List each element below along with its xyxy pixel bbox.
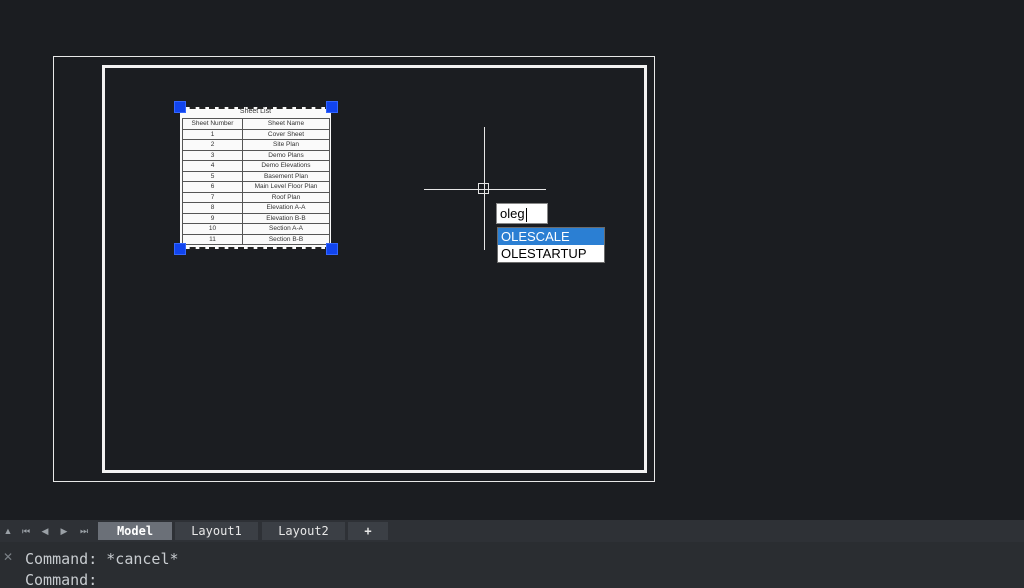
sheet-name-cell: Elevation B-B bbox=[242, 212, 330, 224]
table-row: 10 Section A-A bbox=[182, 223, 330, 235]
sheet-name-cell: Cover Sheet bbox=[242, 128, 330, 140]
sheet-number-cell: 4 bbox=[182, 160, 243, 172]
sheet-name-cell: Section A-A bbox=[242, 223, 330, 235]
sheet-number-cell: 8 bbox=[182, 202, 243, 214]
tab-layout2[interactable]: Layout2 bbox=[262, 522, 345, 540]
grip-top-left[interactable] bbox=[174, 101, 186, 113]
table-row: 4 Demo Elevations bbox=[182, 160, 330, 172]
sheet-name-cell: Roof Plan bbox=[242, 191, 330, 203]
add-layout-button[interactable]: + bbox=[348, 522, 388, 540]
table-row: 9 Elevation B-B bbox=[182, 212, 330, 224]
last-tab-icon[interactable]: ⏭ bbox=[76, 523, 92, 539]
sheet-name-cell: Basement Plan bbox=[242, 170, 330, 182]
layout-tab-bar: ▲ ⏮ ◀ ▶ ⏭ Model Layout1 Layout2 + bbox=[0, 520, 1024, 542]
column-header-sheet-number: Sheet Number bbox=[182, 118, 243, 130]
command-history-line: Command: *cancel* bbox=[25, 550, 179, 568]
table-row: 6 Main Level Floor Plan bbox=[182, 181, 330, 193]
table-row: 1 Cover Sheet bbox=[182, 128, 330, 140]
sheet-name-cell: Demo Plans bbox=[242, 149, 330, 161]
selection-edge-bottom bbox=[180, 247, 331, 249]
sheet-name-cell: Main Level Floor Plan bbox=[242, 181, 330, 193]
sheet-number-cell: 7 bbox=[182, 191, 243, 203]
sheet-number-cell: 3 bbox=[182, 149, 243, 161]
next-tab-icon[interactable]: ▶ bbox=[56, 523, 72, 539]
sheet-number-cell: 2 bbox=[182, 139, 243, 151]
sheet-name-cell: Elevation A-A bbox=[242, 202, 330, 214]
table-row: 3 Demo Plans bbox=[182, 149, 330, 161]
table-row: 11 Section B-B bbox=[182, 233, 330, 245]
command-line[interactable]: ✕ Command: *cancel* Command: bbox=[0, 542, 1024, 588]
sheet-number-cell: 9 bbox=[182, 212, 243, 224]
sheet-list-grid: Sheet Number Sheet Name 1 Cover Sheet 2 Sit… bbox=[182, 118, 330, 245]
collapse-up-icon[interactable]: ▲ bbox=[0, 523, 16, 539]
sheet-list-title: Sheet List bbox=[239, 108, 272, 115]
sheet-name-cell: Section B-B bbox=[242, 233, 330, 245]
sheet-number-cell: 1 bbox=[182, 128, 243, 140]
pickbox-cursor bbox=[478, 183, 489, 194]
command-prompt-line[interactable]: Command: bbox=[25, 571, 97, 588]
dynamic-input-text: oleg bbox=[500, 206, 525, 221]
autocomplete-item[interactable]: OLESTARTUP bbox=[498, 245, 604, 262]
sheet-number-cell: 11 bbox=[182, 233, 243, 245]
prev-tab-icon[interactable]: ◀ bbox=[37, 523, 53, 539]
tab-model[interactable]: Model bbox=[98, 522, 172, 540]
text-caret bbox=[525, 207, 527, 222]
sheet-number-cell: 5 bbox=[182, 170, 243, 182]
grip-top-right[interactable] bbox=[326, 101, 338, 113]
table-row: 5 Basement Plan bbox=[182, 170, 330, 182]
sheet-number-cell: 6 bbox=[182, 181, 243, 193]
tab-layout1[interactable]: Layout1 bbox=[175, 522, 258, 540]
sheet-name-cell: Site Plan bbox=[242, 139, 330, 151]
column-header-sheet-name: Sheet Name bbox=[242, 118, 330, 130]
table-row: 8 Elevation A-A bbox=[182, 202, 330, 214]
table-row: 2 Site Plan bbox=[182, 139, 330, 151]
first-tab-icon[interactable]: ⏮ bbox=[18, 523, 34, 539]
grip-bottom-right[interactable] bbox=[326, 243, 338, 255]
close-icon[interactable]: ✕ bbox=[3, 550, 13, 564]
sheet-number-cell: 10 bbox=[182, 223, 243, 235]
table-header-row: Sheet Number Sheet Name bbox=[182, 118, 330, 130]
sheet-name-cell: Demo Elevations bbox=[242, 160, 330, 172]
autocomplete-list[interactable]: OLESCALE OLESTARTUP bbox=[497, 227, 605, 263]
autocomplete-item[interactable]: OLESCALE bbox=[498, 228, 604, 245]
grip-bottom-left[interactable] bbox=[174, 243, 186, 255]
table-row: 7 Roof Plan bbox=[182, 191, 330, 203]
dynamic-input-field[interactable]: oleg bbox=[496, 203, 548, 224]
sheet-list-table[interactable]: Sheet List Sheet Number Sheet Name 1 Cove… bbox=[180, 107, 331, 249]
drawing-canvas[interactable]: Sheet List Sheet Number Sheet Name 1 Cove… bbox=[0, 0, 1024, 520]
